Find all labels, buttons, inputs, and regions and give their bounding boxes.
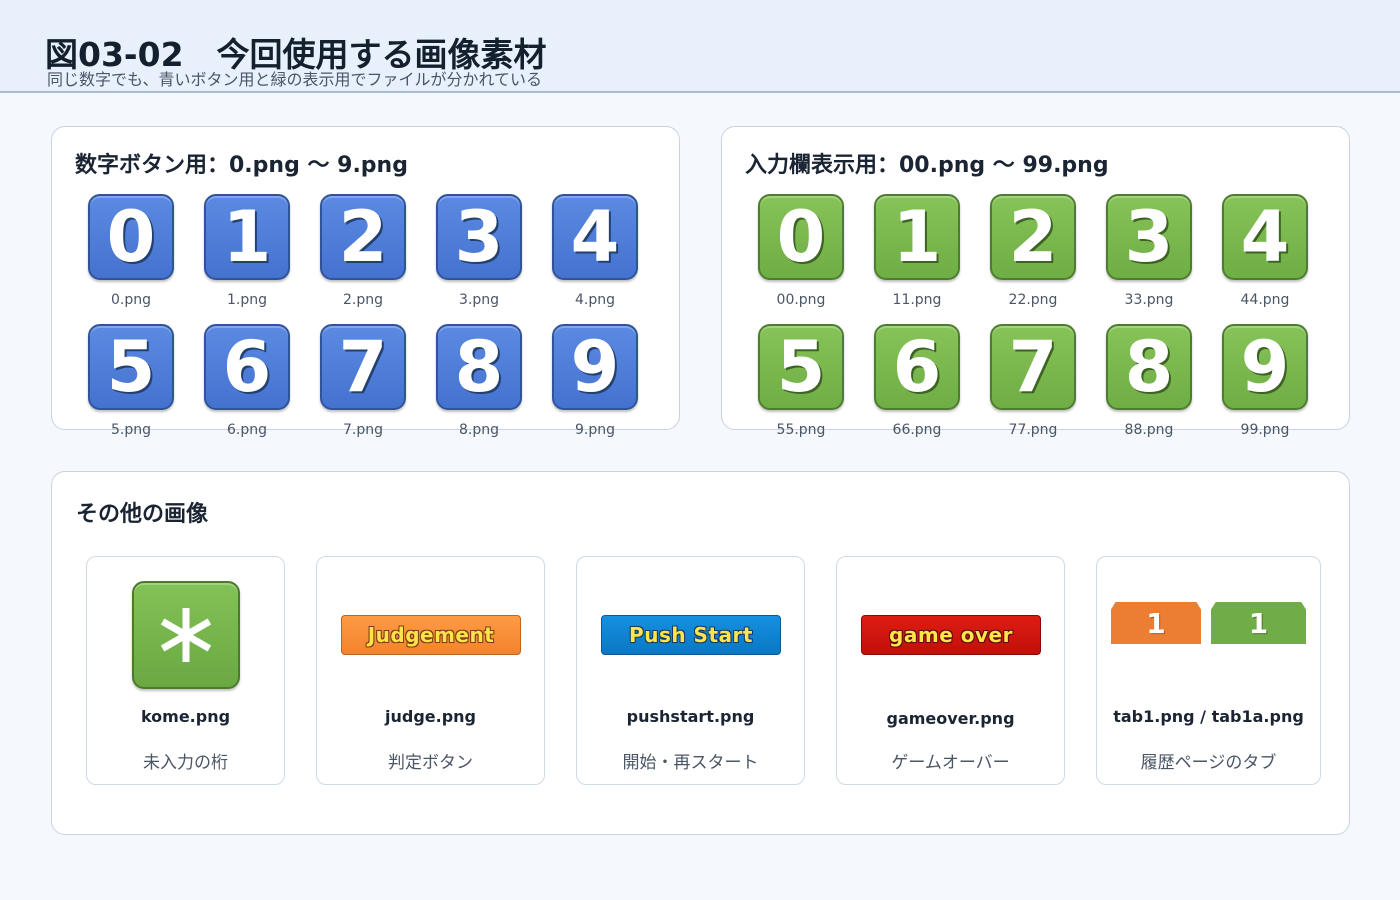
blue-digit-6-image: 6 (204, 324, 290, 410)
blue-digit-4-image: 4 (552, 194, 638, 280)
file-label: 33.png (1124, 292, 1174, 308)
asterisk-button-image (132, 581, 240, 689)
file-label: 7.png (342, 422, 383, 438)
file-label: 2.png (342, 292, 383, 308)
card-filename: tab1.png / tab1a.png (1113, 707, 1304, 726)
card-description: 開始・再スタート (622, 753, 759, 773)
file-label: 55.png (776, 422, 826, 438)
green-digit-5-image: 5 (758, 324, 844, 410)
blue-digit-1-image: 1 (204, 194, 290, 280)
image-card-kome: kome.png 未入力の桁 (86, 556, 285, 785)
file-label: 99.png (1240, 422, 1290, 438)
image-card-tabs: 1 1 tab1.png / tab1a.png 履歴ページのタブ (1096, 556, 1321, 785)
blue-digit-9-image: 9 (552, 324, 638, 410)
green-digit-4-image: 4 (1222, 194, 1308, 280)
file-label: 1.png (226, 292, 267, 308)
blue-digit-2-image: 2 (320, 194, 406, 280)
green-digit-3-image: 3 (1106, 194, 1192, 280)
green-digit-9-image: 9 (1222, 324, 1308, 410)
card-description: 判定ボタン (388, 753, 473, 773)
file-label: 44.png (1240, 292, 1290, 308)
file-label: 6.png (226, 422, 267, 438)
blue-digit-3-image: 3 (436, 194, 522, 280)
file-label: 77.png (1008, 422, 1058, 438)
green-digit-1-image: 1 (874, 194, 960, 280)
tab1a-image: 1 (1211, 602, 1306, 644)
blue-digit-5-image: 5 (88, 324, 174, 410)
file-label: 5.png (110, 422, 151, 438)
green-digit-8-image: 8 (1106, 324, 1192, 410)
blue-digit-8-image: 8 (436, 324, 522, 410)
card-description: 履歴ページのタブ (1140, 753, 1277, 773)
panel-title: 数字ボタン用：0.png ～ 9.png (75, 153, 408, 178)
file-label: 4.png (574, 292, 615, 308)
file-label: 0.png (110, 292, 151, 308)
file-label: 22.png (1008, 292, 1058, 308)
header: 図03-02 今回使用する画像素材 同じ数字でも、青いボタン用と緑の表示用でファ… (0, 0, 1400, 93)
file-label: 66.png (892, 422, 942, 438)
page-subtitle: 同じ数字でも、青いボタン用と緑の表示用でファイルが分かれている (47, 70, 543, 89)
card-filename: kome.png (140, 707, 231, 726)
file-label: 8.png (458, 422, 499, 438)
image-card-judge: Judgement judge.png 判定ボタン (316, 556, 545, 785)
panel-title: 入力欄表示用：00.png ～ 99.png (745, 153, 1109, 178)
green-digit-0-image: 0 (758, 194, 844, 280)
file-label: 88.png (1124, 422, 1174, 438)
image-card-gameover: game over gameover.png ゲームオーバー (836, 556, 1065, 785)
card-filename: gameover.png (886, 709, 1015, 728)
file-label: 00.png (776, 292, 826, 308)
card-description: ゲームオーバー (891, 753, 1010, 773)
tab1-image: 1 (1111, 602, 1201, 644)
image-card-pushstart: Push Start pushstart.png 開始・再スタート (576, 556, 805, 785)
green-digit-6-image: 6 (874, 324, 960, 410)
asterisk-icon (160, 608, 212, 662)
file-label: 9.png (574, 422, 615, 438)
blue-digit-0-image: 0 (88, 194, 174, 280)
card-filename: judge.png (384, 707, 476, 726)
panel-title: その他の画像 (76, 502, 209, 527)
push-start-button-image: Push Start (601, 615, 781, 655)
file-label: 3.png (458, 292, 499, 308)
judgement-button-image: Judgement (341, 615, 521, 655)
card-filename: pushstart.png (626, 707, 755, 726)
green-digit-2-image: 2 (990, 194, 1076, 280)
game-over-button-image: game over (861, 615, 1041, 655)
file-label: 11.png (892, 292, 942, 308)
card-description: 未入力の桁 (143, 753, 228, 773)
blue-digit-7-image: 7 (320, 324, 406, 410)
green-digit-7-image: 7 (990, 324, 1076, 410)
